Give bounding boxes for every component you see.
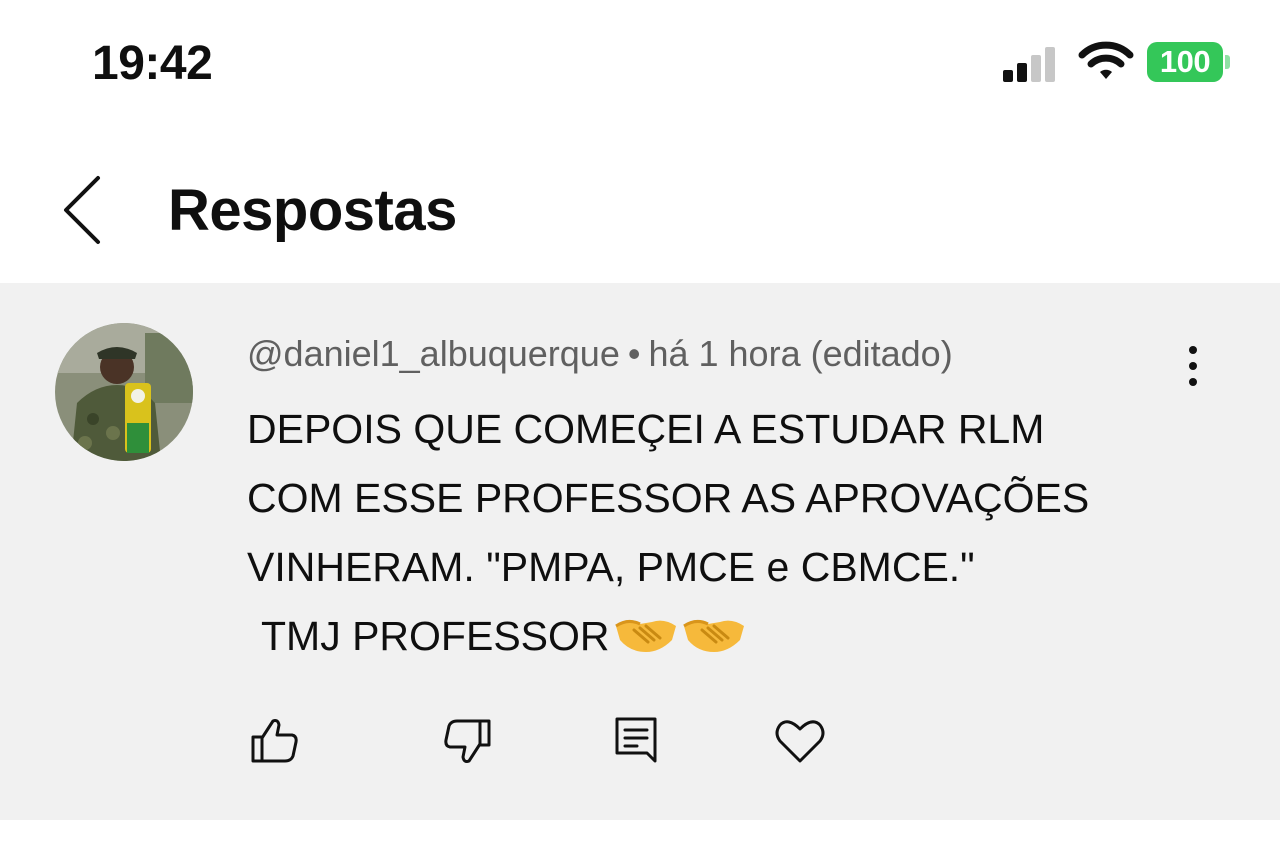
- status-bar: 19:42 100: [0, 0, 1280, 125]
- comment-card: @daniel1_albuquerque • há 1 hora (editado)…: [0, 283, 1280, 820]
- chevron-left-icon[interactable]: [52, 170, 112, 250]
- like-icon[interactable]: [247, 713, 303, 769]
- status-time: 19:42: [92, 37, 213, 90]
- battery-cap: [1225, 55, 1230, 69]
- avatar[interactable]: [55, 323, 193, 461]
- comment-line: TMJ PROFESSOR: [261, 613, 610, 659]
- comment-line: DEPOIS QUE COMEÇEI A ESTUDAR RLM: [247, 406, 1045, 452]
- dislike-icon[interactable]: [439, 713, 495, 769]
- handshake-emoji: [682, 619, 744, 652]
- comment-line: VINHERAM. "PMPA, PMCE e CBMCE.": [247, 544, 975, 590]
- battery-icon: 100: [1147, 42, 1231, 82]
- comment-last-line: TMJ PROFESSOR: [247, 602, 1207, 671]
- comment-actions: [247, 713, 847, 769]
- wifi-icon: [1078, 41, 1134, 79]
- handshake-emoji: [614, 619, 676, 652]
- comment-text: DEPOIS QUE COMEÇEI A ESTUDAR RLM COM ESS…: [247, 395, 1207, 671]
- heart-icon[interactable]: [772, 713, 828, 769]
- comment-time: há 1 hora (editado): [648, 333, 953, 374]
- header: Respostas: [0, 125, 1280, 283]
- more-vert-icon[interactable]: [1175, 341, 1211, 391]
- page-title: Respostas: [168, 178, 457, 243]
- battery-level: 100: [1147, 42, 1223, 82]
- meta-separator: •: [627, 333, 641, 374]
- comment-meta: @daniel1_albuquerque • há 1 hora (editado): [247, 333, 953, 375]
- comment-line: COM ESSE PROFESSOR AS APROVAÇÕES: [247, 475, 1090, 521]
- signal-icon: [1003, 47, 1055, 82]
- reply-icon[interactable]: [609, 713, 665, 769]
- comment-author[interactable]: @daniel1_albuquerque: [247, 333, 620, 374]
